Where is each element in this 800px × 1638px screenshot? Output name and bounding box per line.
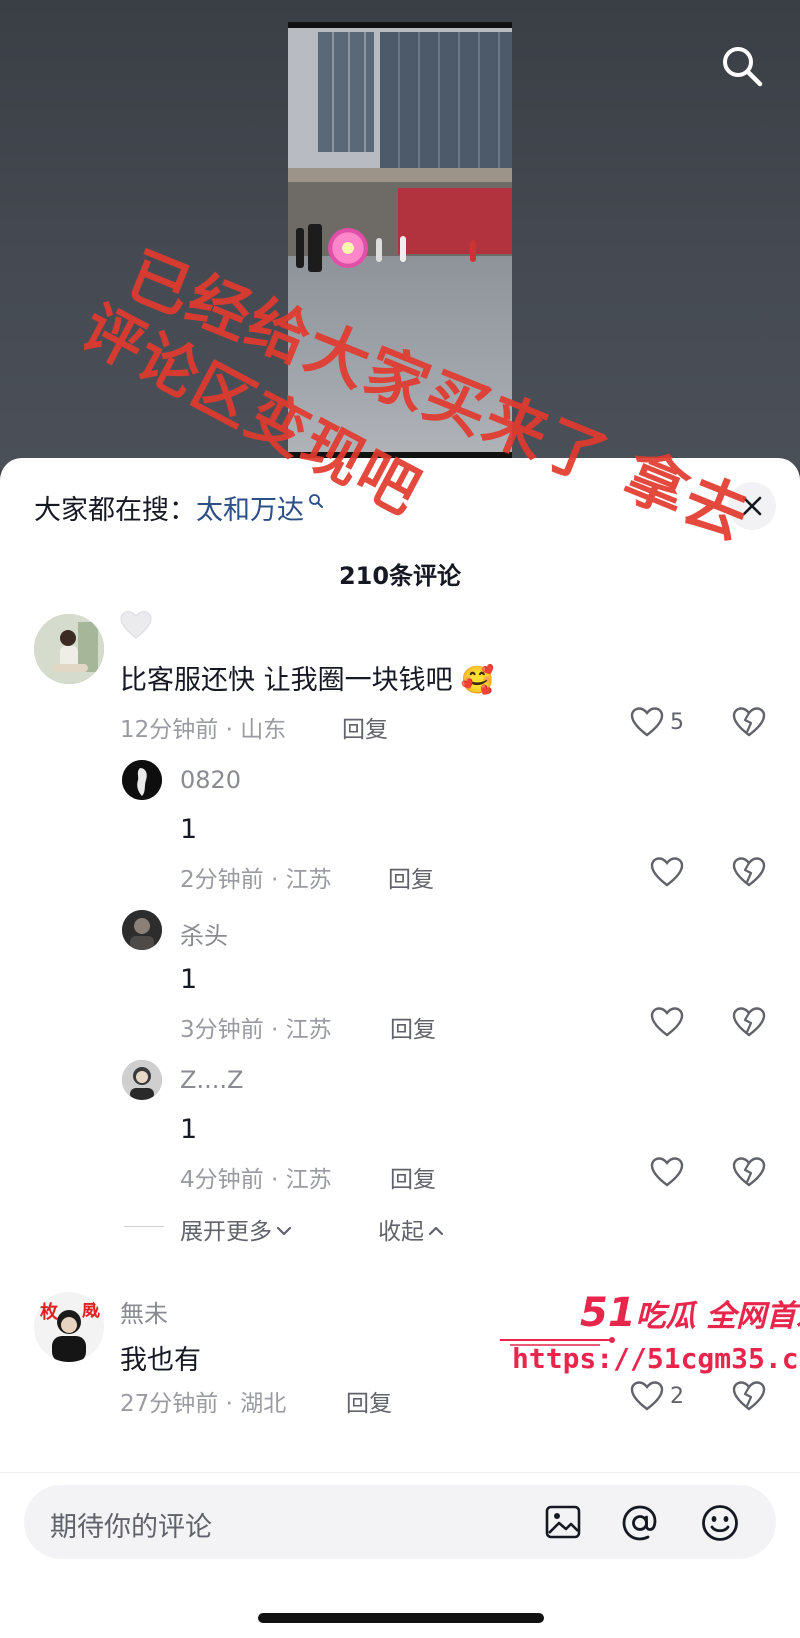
svg-text:枚: 枚: [40, 1301, 59, 1323]
dislike-button[interactable]: [732, 1006, 766, 1038]
comment-input[interactable]: 期待你的评论: [24, 1485, 776, 1559]
reply-text: 1: [180, 964, 198, 995]
comment-text: 我也有: [120, 1345, 201, 1376]
svg-text:威: 威: [82, 1299, 100, 1321]
chevron-down-icon: [276, 1225, 292, 1237]
avatar[interactable]: 枚威: [34, 1292, 104, 1362]
avatar[interactable]: [122, 760, 162, 800]
home-indicator[interactable]: [258, 1613, 544, 1623]
heart-icon: [650, 1157, 684, 1187]
reply-nickname[interactable]: 杀头: [180, 916, 228, 951]
heart-badge-icon: [120, 610, 152, 640]
reply-button[interactable]: 回复: [390, 1010, 436, 1044]
hot-search-keyword[interactable]: 太和万达: [196, 495, 304, 526]
avatar[interactable]: [34, 614, 104, 684]
avatar[interactable]: [122, 1060, 162, 1100]
reply-meta: 3分钟前 · 江苏: [180, 1017, 332, 1043]
like-button[interactable]: 5: [630, 706, 684, 738]
dislike-button[interactable]: [732, 1156, 766, 1188]
comment-sheet: 大家都在搜：太和万达 210条评论 比客服还快 让我圈一块钱吧 🥰 12分钟前 ·…: [0, 458, 800, 1638]
reply-text: 1: [180, 1114, 198, 1145]
broken-heart-icon: [732, 857, 766, 887]
close-button[interactable]: [728, 482, 776, 530]
reply-nickname[interactable]: 0820: [180, 766, 241, 794]
image-icon[interactable]: [544, 1503, 582, 1541]
like-button[interactable]: [650, 1006, 684, 1038]
promo-title: 51吃瓜 全网首发: [580, 1290, 800, 1336]
heart-icon: [650, 857, 684, 887]
hot-search-bar[interactable]: 大家都在搜：太和万达: [34, 488, 324, 527]
like-count: 5: [670, 709, 684, 735]
reply-text: 1: [180, 814, 198, 845]
emoji-icon[interactable]: [700, 1503, 740, 1543]
dislike-button[interactable]: [732, 856, 766, 888]
broken-heart-icon: [732, 1157, 766, 1187]
heart-icon: [630, 706, 664, 738]
video-preview[interactable]: [288, 22, 512, 458]
collapse-button[interactable]: 收起: [378, 1212, 444, 1246]
avatar[interactable]: [122, 910, 162, 950]
chevron-up-icon: [428, 1225, 444, 1237]
reply-button[interactable]: 回复: [388, 860, 434, 894]
hug-emoji: 🥰: [460, 665, 495, 696]
heart-icon: [650, 1007, 684, 1037]
reply-button[interactable]: 回复: [346, 1384, 392, 1418]
reply-button[interactable]: 回复: [342, 710, 388, 744]
hot-search-prefix: 大家都在搜：: [34, 495, 196, 526]
broken-heart-icon: [732, 1007, 766, 1037]
comment-count: 210条评论: [338, 562, 462, 590]
reply-meta: 2分钟前 · 江苏: [180, 867, 332, 893]
divider: [124, 1226, 164, 1227]
expand-more-button[interactable]: 展开更多: [180, 1212, 292, 1246]
search-icon: [308, 493, 324, 509]
promo-watermark: 51吃瓜 全网首发 https://51cgm35.com: [500, 1290, 800, 1390]
reply-button[interactable]: 回复: [390, 1160, 436, 1194]
comment-meta: 12分钟前 · 山东: [120, 717, 287, 743]
search-icon[interactable]: [718, 42, 766, 90]
comment-meta: 27分钟前 · 湖北: [120, 1391, 287, 1417]
reply-nickname[interactable]: Z....Z: [180, 1066, 243, 1094]
like-button[interactable]: [650, 856, 684, 888]
flower-sticker: [328, 228, 368, 268]
reply-meta: 4分钟前 · 江苏: [180, 1167, 332, 1193]
comment-text: 比客服还快 让我圈一块钱吧 🥰: [120, 665, 495, 696]
broken-heart-icon: [732, 707, 766, 737]
close-icon: [742, 496, 762, 516]
dislike-button[interactable]: [732, 706, 766, 738]
mention-icon[interactable]: [620, 1503, 660, 1543]
comment-input-placeholder: 期待你的评论: [50, 1512, 212, 1543]
comment-nickname[interactable]: 無未: [120, 1294, 168, 1329]
promo-url: https://51cgm35.com: [512, 1342, 800, 1375]
like-button[interactable]: [650, 1156, 684, 1188]
comment-input-bar: 期待你的评论: [0, 1472, 800, 1638]
